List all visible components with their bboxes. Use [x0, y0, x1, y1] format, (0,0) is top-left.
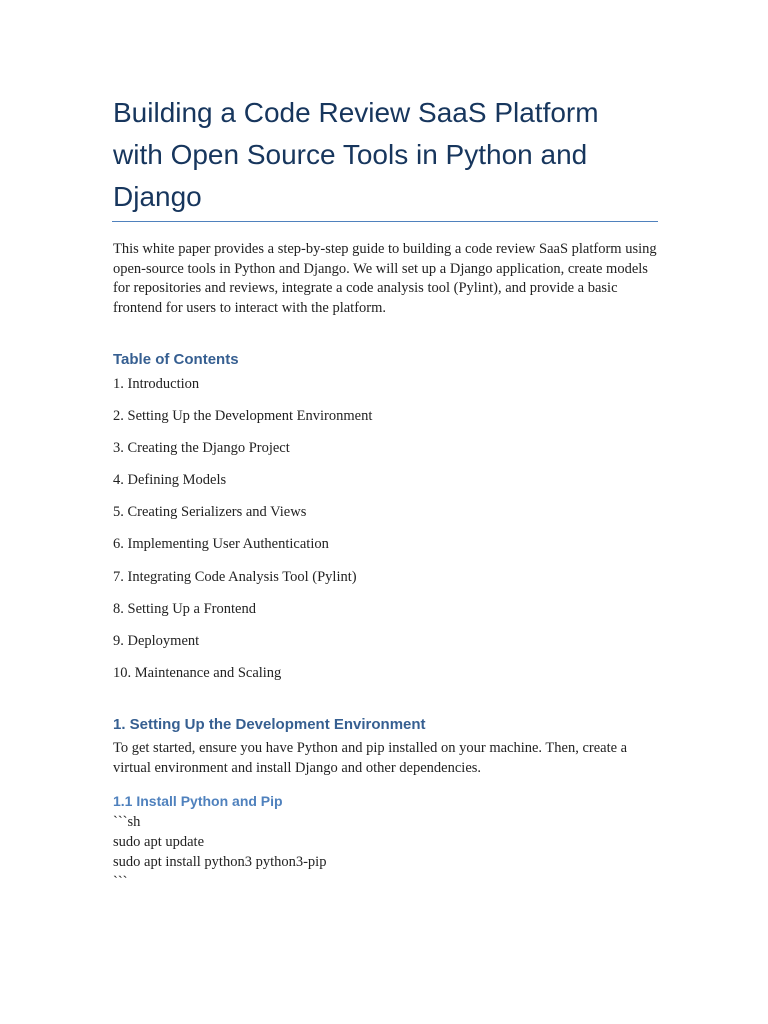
toc-heading: Table of Contents — [113, 351, 239, 368]
code-block: ```sh sudo apt update sudo apt install p… — [113, 812, 326, 892]
section-paragraph: To get started, ensure you have Python a… — [113, 740, 628, 776]
toc-item: 2. Setting Up the Development Environmen… — [113, 408, 373, 425]
toc-item: 5. Creating Serializers and Views — [113, 504, 307, 521]
title-divider — [112, 221, 658, 222]
toc-item: 1. Introduction — [113, 376, 200, 392]
toc-item: 3. Creating the Django Project — [113, 440, 290, 457]
subsection-heading: 1.1 Install Python and Pip — [113, 793, 283, 809]
section-heading: 1. Setting Up the Development Environmen… — [113, 716, 426, 733]
table-of-contents: 1. Introduction 2. Setting Up the Develo… — [113, 374, 372, 695]
code-line: sudo apt install python3 python3-pip — [113, 854, 327, 870]
code-line: ```sh — [113, 814, 141, 830]
code-line: sudo apt update — [113, 834, 205, 850]
toc-item: 8. Setting Up a Frontend — [113, 600, 256, 617]
toc-item: 9. Deployment — [113, 632, 200, 649]
document-title: Building a Code Review SaaS Platform wit… — [113, 97, 599, 212]
toc-item: 6. Implementing User Authentication — [113, 536, 329, 553]
code-line: ``` — [113, 874, 128, 890]
intro-paragraph: This white paper provides a step-by-step… — [113, 241, 657, 316]
toc-item: 10. Maintenance and Scaling — [113, 664, 282, 681]
toc-item: 4. Defining Models — [113, 472, 227, 489]
toc-item: 7. Integrating Code Analysis Tool (Pylin… — [113, 568, 357, 585]
